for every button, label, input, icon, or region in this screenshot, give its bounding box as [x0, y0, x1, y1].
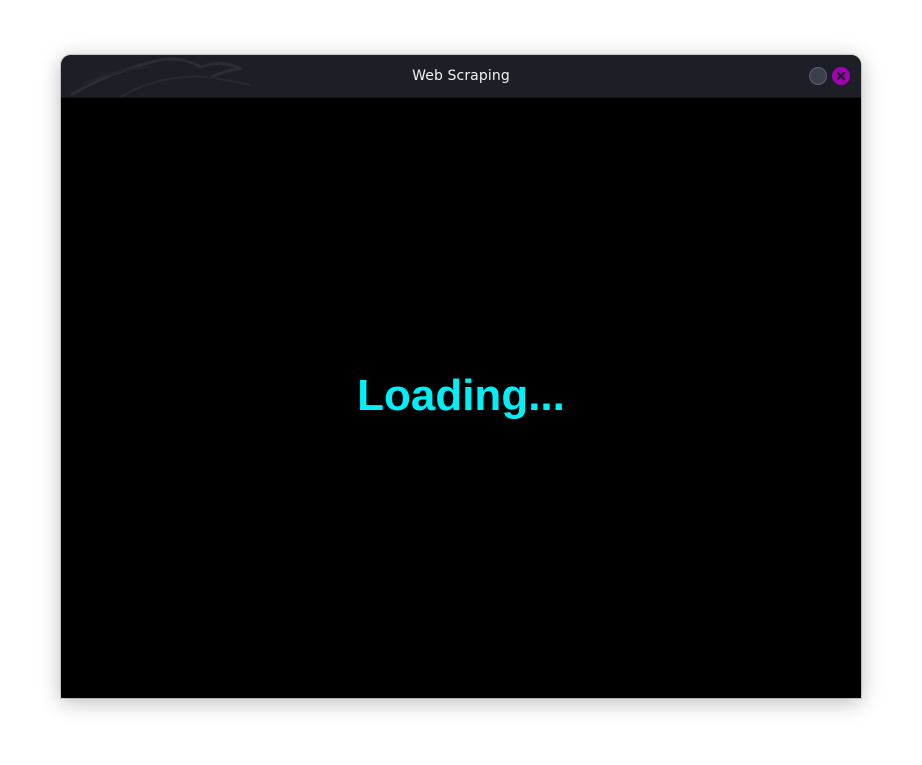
- minimize-button[interactable]: [809, 67, 827, 85]
- title-bar[interactable]: Web Scraping: [61, 55, 861, 98]
- close-button[interactable]: [832, 67, 850, 85]
- dragon-watermark-icon: [70, 57, 252, 97]
- loading-text: Loading...: [357, 370, 565, 420]
- main-content: Loading...: [61, 98, 861, 698]
- window-controls: [809, 67, 850, 85]
- window-title: Web Scraping: [412, 68, 510, 84]
- close-icon: [836, 71, 846, 81]
- app-window: Web Scraping Loading...: [61, 55, 861, 698]
